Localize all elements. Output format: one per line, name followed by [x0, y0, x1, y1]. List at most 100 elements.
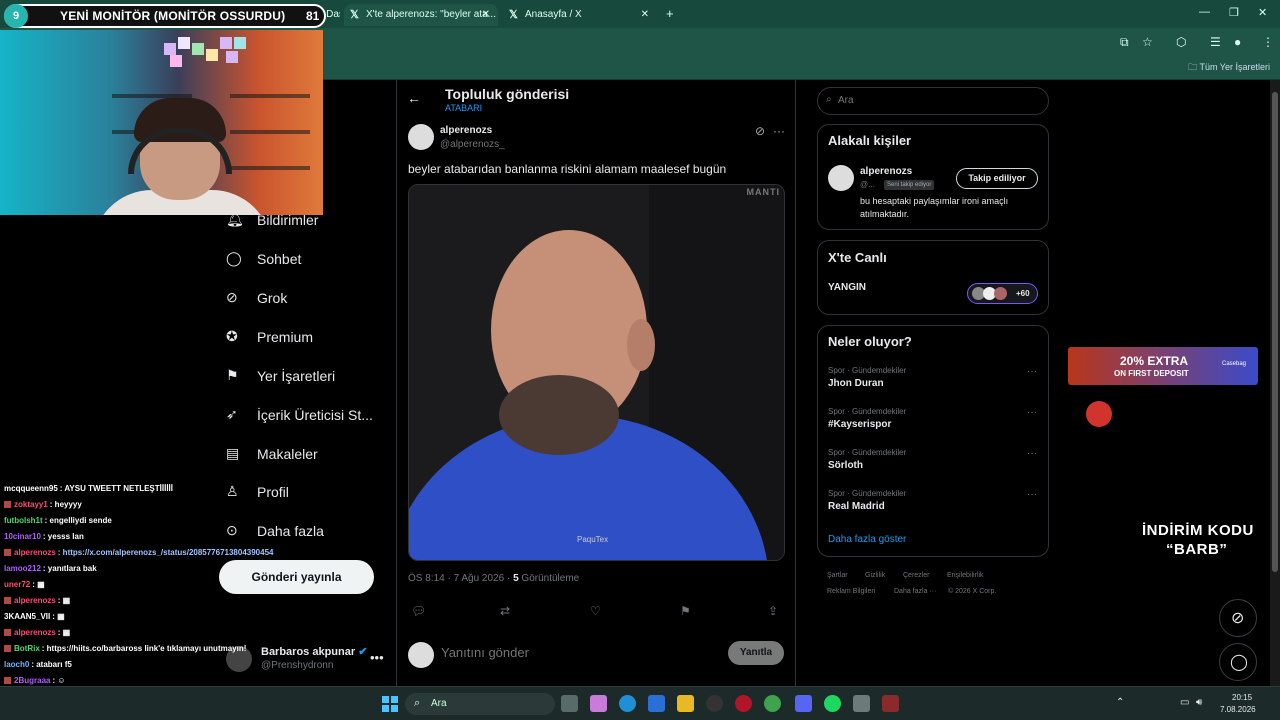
windows-start-icon[interactable]: [382, 696, 398, 712]
chrome-icon[interactable]: [764, 695, 781, 712]
task-view-icon[interactable]: [561, 695, 578, 712]
reply-icon[interactable]: 💬︎: [411, 604, 427, 620]
app-icon[interactable]: [882, 695, 899, 712]
trend-item[interactable]: #Kayserispor: [828, 419, 891, 430]
more-icon[interactable]: ···: [773, 124, 785, 138]
footer-link[interactable]: Gizlilik: [865, 572, 885, 579]
search-input[interactable]: [838, 95, 1038, 106]
account-more-icon[interactable]: •••: [370, 650, 384, 665]
promo-code-value: “BARB”: [1166, 541, 1228, 558]
footer-link[interactable]: Şartlar: [827, 572, 848, 579]
tab-active-post[interactable]: 𝕏 X'te alperenozs: "beyler ata... ✕: [344, 4, 498, 26]
bookmark-icon[interactable]: ⚑: [680, 604, 696, 620]
volume-icon[interactable]: 🔊︎: [1196, 697, 1202, 708]
all-bookmarks-button[interactable]: 🗀 Tüm Yer İşaretleri: [1188, 60, 1270, 76]
back-arrow-icon[interactable]: ←: [407, 90, 421, 106]
post-video[interactable]: MANTI PaquTex: [408, 184, 785, 561]
chat-username: mcqqueenn95: [4, 484, 58, 493]
post-author-name[interactable]: alperenozs: [440, 125, 492, 136]
edge-icon[interactable]: [619, 695, 636, 712]
settings-icon[interactable]: [853, 695, 870, 712]
tab-home[interactable]: 𝕏 Anasayfa / X ✕: [503, 4, 657, 26]
trend-more-icon[interactable]: ···: [1027, 366, 1037, 377]
profile-avatar-icon[interactable]: ●: [1234, 35, 1241, 49]
nav-item-label: Yer İşaretleri: [257, 368, 336, 384]
chat-message: laoch0: atabarı f5: [4, 660, 72, 669]
chat-message: 10cinar10: yesss lan: [4, 532, 84, 541]
reply-avatar: [408, 642, 434, 668]
chat-username: 3KAAN5_VII: [4, 612, 51, 621]
new-tab-button[interactable]: +: [666, 6, 674, 21]
trend-more-icon[interactable]: ···: [1027, 407, 1037, 418]
footer-link[interactable]: Daha fazla ···: [894, 588, 936, 595]
community-link[interactable]: ATABARI: [445, 103, 482, 113]
chat-username: zoktayy1: [14, 500, 48, 509]
clock-time[interactable]: 20:15: [1232, 693, 1252, 702]
trend-more-icon[interactable]: ···: [1027, 489, 1037, 500]
close-window-icon[interactable]: ✕: [1258, 6, 1267, 19]
chat-message: BotRix: https://hiits.co/barbaross link'…: [4, 644, 246, 653]
relevant-name[interactable]: alperenozs: [860, 166, 912, 177]
post-author-handle[interactable]: @alperenozs_: [440, 139, 505, 150]
star-icon[interactable]: ☆: [1142, 35, 1153, 49]
tray-chevron-icon[interactable]: ⌃: [1116, 697, 1124, 708]
chat-text: : https://x.com/alperenozs_/status/20857…: [57, 548, 274, 557]
taskbar-search[interactable]: [405, 693, 555, 715]
post-author-avatar[interactable]: [408, 124, 434, 150]
chat-username: 2Bugraaa: [14, 676, 51, 685]
share-icon[interactable]: ⇪: [768, 604, 784, 620]
chat-message: 2Bugraaa: ☺: [4, 676, 66, 685]
discord-icon[interactable]: [795, 695, 812, 712]
outlook-icon[interactable]: [648, 695, 665, 712]
chat-badge-icon: [4, 645, 11, 652]
footer-link[interactable]: Reklam Bilgileri: [827, 588, 875, 595]
post-text: beyler atabarıdan banlanma riskini alama…: [408, 162, 727, 176]
chat-message: alperenozs: ▦: [4, 628, 70, 637]
following-button[interactable]: Takip ediliyor: [956, 168, 1038, 189]
live-participants-pill[interactable]: +60: [967, 283, 1038, 304]
cast-icon[interactable]: ⧉: [1120, 35, 1129, 50]
reading-list-icon[interactable]: ☰: [1210, 35, 1221, 49]
clock-date[interactable]: 7.08.2026: [1220, 705, 1256, 714]
spotify-icon[interactable]: [824, 695, 841, 712]
reply-input[interactable]: [441, 645, 711, 660]
close-tab-icon[interactable]: ✕: [482, 4, 490, 26]
chat-username: alperenozs: [14, 596, 56, 605]
chat-text: : ▦: [32, 580, 45, 589]
like-icon[interactable]: ♡: [590, 604, 606, 620]
minimize-icon[interactable]: —: [1199, 6, 1210, 18]
stream-chat-overlay: mcqqueenn95: AYSU TWEETT NETLEŞTİİİİİİ zo…: [0, 466, 300, 720]
show-more-link[interactable]: Daha fazla göster: [828, 534, 906, 545]
xbox-icon[interactable]: [706, 695, 723, 712]
grok-icon[interactable]: ⊘: [755, 124, 765, 138]
file-explorer-icon[interactable]: [677, 695, 694, 712]
footer-link[interactable]: Erişilebilirlik: [947, 572, 984, 579]
relevant-avatar[interactable]: [828, 165, 854, 191]
trend-more-icon[interactable]: ···: [1027, 448, 1037, 459]
bookmark-icon: ⚑: [226, 367, 239, 383]
extensions-icon[interactable]: ⬡: [1176, 35, 1186, 49]
grok-icon: ⊘: [1231, 610, 1245, 627]
copilot-icon[interactable]: [590, 695, 607, 712]
network-icon[interactable]: ▭: [1180, 697, 1189, 708]
close-tab-icon[interactable]: ✕: [641, 4, 649, 26]
maximize-icon[interactable]: ❐: [1229, 6, 1239, 19]
promo-code-label: İNDİRİM KODU: [1142, 522, 1254, 539]
rocket-icon: ➶: [226, 406, 238, 422]
repost-icon[interactable]: ⇄: [500, 604, 516, 620]
footer-link[interactable]: Çerezler: [903, 572, 929, 579]
grok-fab[interactable]: ⊘: [1219, 599, 1257, 637]
chat-text: : AYSU TWEETT NETLEŞTİİİİİİ: [59, 484, 173, 493]
menu-kebab-icon[interactable]: ⋮: [1262, 35, 1274, 49]
messages-fab[interactable]: ◯: [1219, 643, 1257, 681]
chat-message: mcqqueenn95: AYSU TWEETT NETLEŞTİİİİİİ: [4, 484, 173, 493]
trend-item[interactable]: Jhon Duran: [828, 378, 884, 389]
trend-item[interactable]: Sörloth: [828, 460, 863, 471]
message-bubble-icon: ◯: [1230, 654, 1248, 671]
scrollbar-thumb[interactable]: [1272, 92, 1278, 572]
reply-submit-button[interactable]: Yanıtla: [728, 641, 784, 665]
live-topic[interactable]: YANGIN: [828, 282, 866, 293]
trend-item[interactable]: Real Madrid: [828, 501, 885, 512]
chat-text: : yanıtlara bak: [42, 564, 97, 573]
opera-icon[interactable]: [735, 695, 752, 712]
